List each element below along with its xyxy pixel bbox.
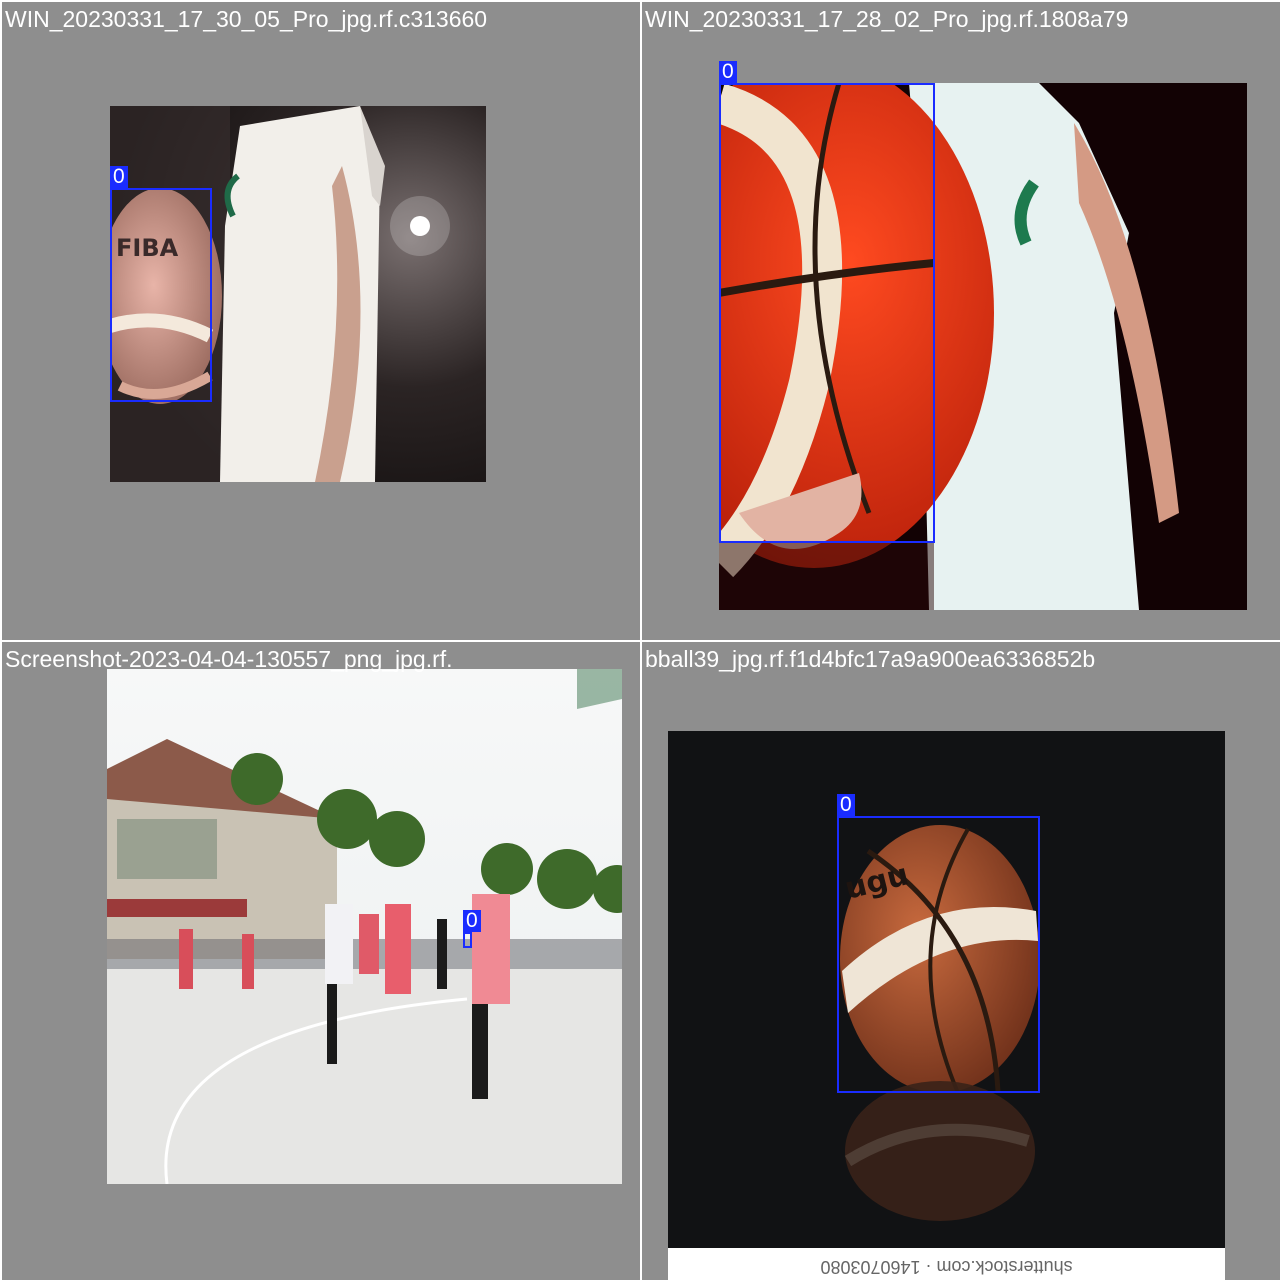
detection-box: 0 (463, 910, 481, 948)
image-caption: Screenshot-2023-04-04-130557_png_jpg.rf. (5, 646, 453, 672)
detection-box: 0 (110, 166, 212, 402)
detection-class-label: 0 (463, 910, 481, 932)
watermark-text: shutterstock.com · 1460703080 (820, 1257, 1073, 1277)
photo-outdoor-court (107, 669, 622, 1184)
image-caption: WIN_20230331_17_30_05_Pro_jpg.rf.c313660 (5, 6, 488, 32)
image-tile-2: WIN_20230331_17_28_02_Pro_jpg.rf.1808a79… (642, 2, 1280, 640)
detection-class-label: 0 (719, 61, 737, 83)
image-tile-4: bball39_jpg.rf.f1d4bfc17a9a900ea6336852b… (642, 642, 1280, 1280)
detection-box: 0 (837, 794, 1040, 1093)
detection-class-label: 0 (110, 166, 128, 188)
image-caption: bball39_jpg.rf.f1d4bfc17a9a900ea6336852b (645, 646, 1096, 672)
image-tile-3: Screenshot-2023-04-04-130557_png_jpg.rf.… (2, 642, 640, 1280)
detection-box: 0 (719, 61, 935, 543)
image-tile-1: WIN_20230331_17_30_05_Pro_jpg.rf.c313660… (2, 2, 640, 640)
image-caption: WIN_20230331_17_28_02_Pro_jpg.rf.1808a79 (645, 6, 1129, 32)
detection-class-label: 0 (837, 794, 855, 816)
